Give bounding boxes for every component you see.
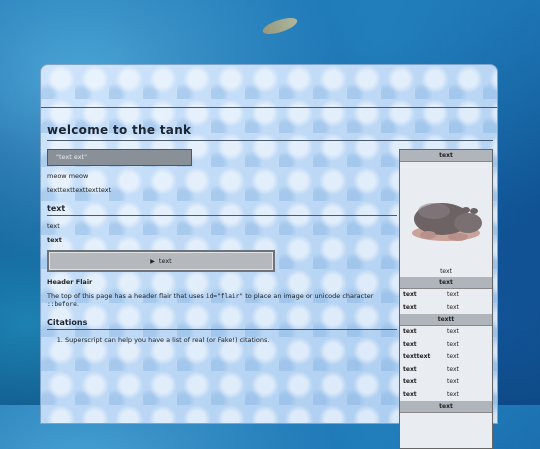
infobox-row: text text [403, 291, 459, 298]
infobox-row: text text [403, 340, 459, 348]
citations-divider [47, 329, 397, 330]
infobox-row: text text [403, 378, 459, 385]
section-heading-text: text [47, 204, 66, 213]
infobox-row: text text [403, 328, 459, 335]
infobox-row: text text [403, 390, 459, 398]
meow-line: meow meow [47, 172, 89, 180]
citations-list: Superscript can help you have a list of … [47, 336, 397, 344]
background-fish [261, 14, 299, 38]
hippo-figure-icon [412, 202, 482, 241]
content-panel: welcome to the tank "text ext" meow meow… [40, 64, 498, 449]
section-paragraph-2: text [47, 236, 62, 244]
section-divider [47, 215, 397, 216]
before-code: ::before [47, 301, 77, 308]
infobox: text text text text text text text textt t… [399, 149, 493, 449]
text-input-box[interactable]: "text ext" [47, 149, 192, 166]
flair-code: id="flair" [205, 293, 244, 300]
section-paragraph-1: text [47, 222, 60, 230]
play-arrow-icon: ▶ [150, 257, 155, 265]
header-flair-heading: Header Flair [47, 278, 93, 286]
infobox-image [400, 162, 492, 267]
infobox-row: text text [403, 303, 459, 311]
infobox-row: texttext text [403, 353, 459, 360]
infobox-section-1-header: text [400, 277, 492, 289]
title-divider [47, 140, 493, 141]
expand-button[interactable]: ▶ text [47, 250, 275, 272]
expand-button-label: text [158, 257, 172, 265]
text-line: texttexttexttexttext [47, 186, 112, 194]
infobox-section-2-header: textt [400, 314, 492, 326]
main-content: welcome to the tank "text ext" meow meow… [47, 123, 493, 344]
header-bar [41, 65, 497, 108]
infobox-title: text [400, 150, 492, 162]
header-flair-description: The top of this page has a header flair … [47, 292, 374, 308]
citations-heading: Citations [47, 318, 88, 327]
infobox-section-3-header: text [400, 401, 492, 413]
page-title: welcome to the tank [47, 123, 192, 137]
infobox-caption: text [440, 268, 452, 275]
citation-item: Superscript can help you have a list of … [65, 336, 397, 344]
infobox-row: text text [403, 365, 459, 373]
